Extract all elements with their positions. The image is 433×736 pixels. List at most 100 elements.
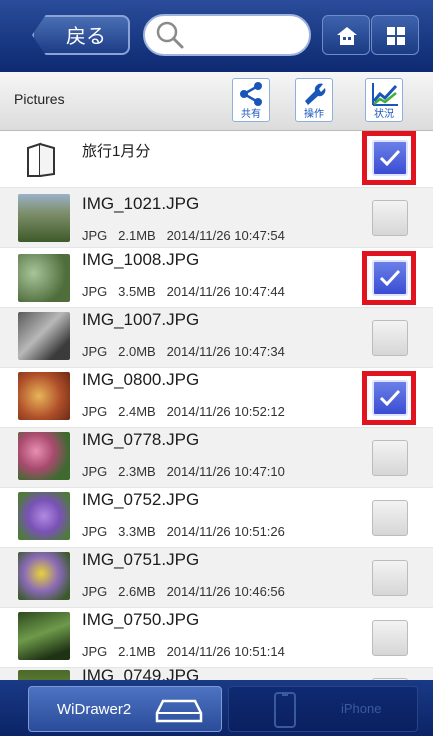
file-date: 2014/11/26 10:52:12 [166,404,285,419]
grid-view-button[interactable] [371,15,419,55]
file-meta: JPG 2.1MB 2014/11/26 10:51:14 [82,644,285,659]
file-meta: JPG 2.4MB 2014/11/26 10:52:12 [82,404,285,419]
file-meta: JPG 2.6MB 2014/11/26 10:46:56 [82,584,285,599]
file-name: IMG_0800.JPG [82,370,200,389]
file-checkbox[interactable] [372,620,408,656]
file-date: 2014/11/26 10:47:34 [166,344,285,359]
file-size: 2.0MB [118,344,156,359]
folder-icon [27,142,55,177]
checkmark-icon [379,269,401,287]
status-chart-icon [372,83,398,106]
file-size: 3.3MB [118,524,156,539]
file-name: IMG_0751.JPG [82,550,200,569]
file-meta: JPG 2.0MB 2014/11/26 10:47:34 [82,344,285,359]
file-date: 2014/11/26 10:47:54 [166,228,285,243]
checkmark-icon [379,389,401,407]
file-meta: JPG 2.3MB 2014/11/26 10:47:10 [82,464,285,479]
file-meta: JPG 2.1MB 2014/11/26 10:47:54 [82,228,285,243]
file-type: JPG [82,404,108,419]
share-label: 共有 [241,109,261,120]
back-button[interactable]: 戻る [32,15,130,55]
file-checkbox[interactable] [372,560,408,596]
file-size: 2.6MB [118,584,156,599]
checkmark-icon [379,149,401,167]
file-row[interactable]: IMG_0778.JPG JPG 2.3MB 2014/11/26 10:47:… [0,428,433,488]
top-nav-bar: 戻る [0,0,433,72]
file-name: IMG_0750.JPG [82,610,200,629]
phone-icon [274,692,296,728]
file-row[interactable]: IMG_0751.JPG JPG 2.6MB 2014/11/26 10:46:… [0,548,433,608]
file-date: 2014/11/26 10:47:10 [166,464,285,479]
file-name: IMG_0778.JPG [82,430,200,449]
file-type: JPG [82,284,108,299]
file-type: JPG [82,644,108,659]
operation-button[interactable]: 操作 [295,78,333,122]
photo-thumbnail [18,194,70,242]
photo-thumbnail [18,372,70,420]
file-meta: JPG 3.3MB 2014/11/26 10:51:26 [82,524,285,539]
operation-label: 操作 [304,109,324,120]
file-type: JPG [82,344,108,359]
file-date: 2014/11/26 10:51:26 [166,524,285,539]
tab-iphone-label: iPhone [341,701,382,716]
file-name: IMG_1007.JPG [82,310,200,329]
file-name: IMG_1008.JPG [82,250,200,269]
tab-widrawer[interactable]: WiDrawer2 [28,686,222,732]
folder-toolbar: Pictures 共有 操作 状況 [0,72,433,131]
photo-thumbnail [18,552,70,600]
search-input[interactable] [143,14,311,56]
photo-thumbnail [18,254,70,302]
file-row[interactable]: IMG_0800.JPG JPG 2.4MB 2014/11/26 10:52:… [0,368,433,428]
file-row[interactable]: IMG_0750.JPG JPG 2.1MB 2014/11/26 10:51:… [0,608,433,668]
search-icon [156,21,184,49]
status-button[interactable]: 状況 [365,78,403,122]
photo-thumbnail [18,612,70,660]
file-row[interactable]: IMG_0752.JPG JPG 3.3MB 2014/11/26 10:51:… [0,488,433,548]
file-name: IMG_0752.JPG [82,490,200,509]
home-button[interactable] [322,15,370,55]
file-checkbox[interactable] [372,500,408,536]
home-icon [337,27,357,45]
photo-thumbnail [18,670,70,680]
file-list: 旅行1月分 IMG_1021.JPG JPG 2.1MB 2014/11/26 … [0,130,433,680]
file-size: 2.4MB [118,404,156,419]
file-type: JPG [82,524,108,539]
bottom-tab-bar: WiDrawer2 iPhone [0,680,433,736]
file-checkbox[interactable] [372,320,408,356]
file-date: 2014/11/26 10:51:14 [166,644,285,659]
file-date: 2014/11/26 10:46:56 [166,584,285,599]
status-label: 状況 [374,109,394,120]
folder-name: 旅行1月分 [82,143,151,160]
file-checkbox[interactable] [372,260,408,296]
share-button[interactable]: 共有 [232,78,270,122]
wrench-icon [305,83,326,105]
photo-thumbnail [18,492,70,540]
file-row[interactable]: IMG_1008.JPG JPG 3.5MB 2014/11/26 10:47:… [0,248,433,308]
file-row[interactable]: IMG_1021.JPG JPG 2.1MB 2014/11/26 10:47:… [0,188,433,248]
file-checkbox[interactable] [372,200,408,236]
drive-icon [155,699,203,723]
tab-widrawer-label: WiDrawer2 [57,701,132,718]
file-name: IMG_0749.JPG [82,666,200,680]
photo-thumbnail [18,312,70,360]
folder-checkbox[interactable] [372,140,408,176]
file-checkbox[interactable] [372,380,408,416]
share-icon [240,82,262,106]
file-size: 2.1MB [118,228,156,243]
file-checkbox[interactable] [372,440,408,476]
file-size: 3.5MB [118,284,156,299]
tab-iphone[interactable]: iPhone [228,686,418,732]
file-size: 2.3MB [118,464,156,479]
file-row[interactable]: IMG_1007.JPG JPG 2.0MB 2014/11/26 10:47:… [0,308,433,368]
file-row[interactable]: IMG_0749.JPG [0,666,433,680]
folder-row[interactable]: 旅行1月分 [0,130,433,188]
file-size: 2.1MB [118,644,156,659]
photo-thumbnail [18,432,70,480]
file-type: JPG [82,464,108,479]
grid-icon [387,27,405,45]
file-type: JPG [82,228,108,243]
file-name: IMG_1021.JPG [82,194,200,213]
file-type: JPG [82,584,108,599]
file-date: 2014/11/26 10:47:44 [166,284,285,299]
folder-title: Pictures [14,91,65,107]
